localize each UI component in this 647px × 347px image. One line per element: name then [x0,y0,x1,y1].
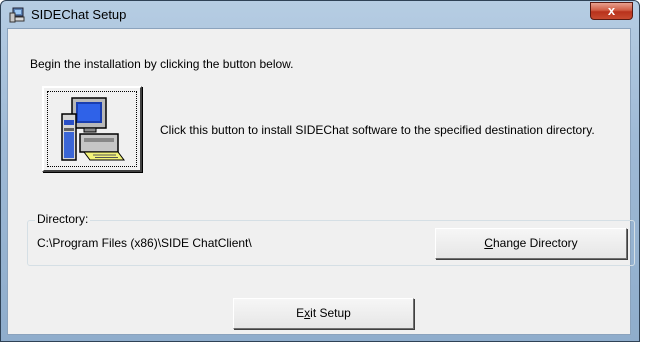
close-icon: x [607,3,616,18]
change-directory-mnemonic: C [484,236,493,250]
directory-path: C:\Program Files (x86)\SIDE ChatClient\ [37,236,252,250]
client-area [7,28,631,335]
exit-setup-label-prefix: E [296,306,305,320]
directory-label: Directory: [35,212,91,226]
exit-setup-label-rest: it Setup [310,306,351,320]
title-bar[interactable]: SIDEChat Setup x [1,1,639,28]
change-directory-button[interactable]: Change Directory [435,228,627,259]
change-directory-label-rest: hange Directory [492,236,578,250]
intro-text: Begin the installation by clicking the b… [30,57,294,71]
install-description: Click this button to install SIDEChat so… [160,123,595,137]
install-button[interactable] [42,86,142,172]
setup-computer-icon [9,7,25,23]
close-button[interactable]: x [590,2,633,20]
install-computer-icon [61,97,125,161]
window-title: SIDEChat Setup [31,7,127,22]
exit-setup-button[interactable]: Exit Setup [233,298,414,329]
